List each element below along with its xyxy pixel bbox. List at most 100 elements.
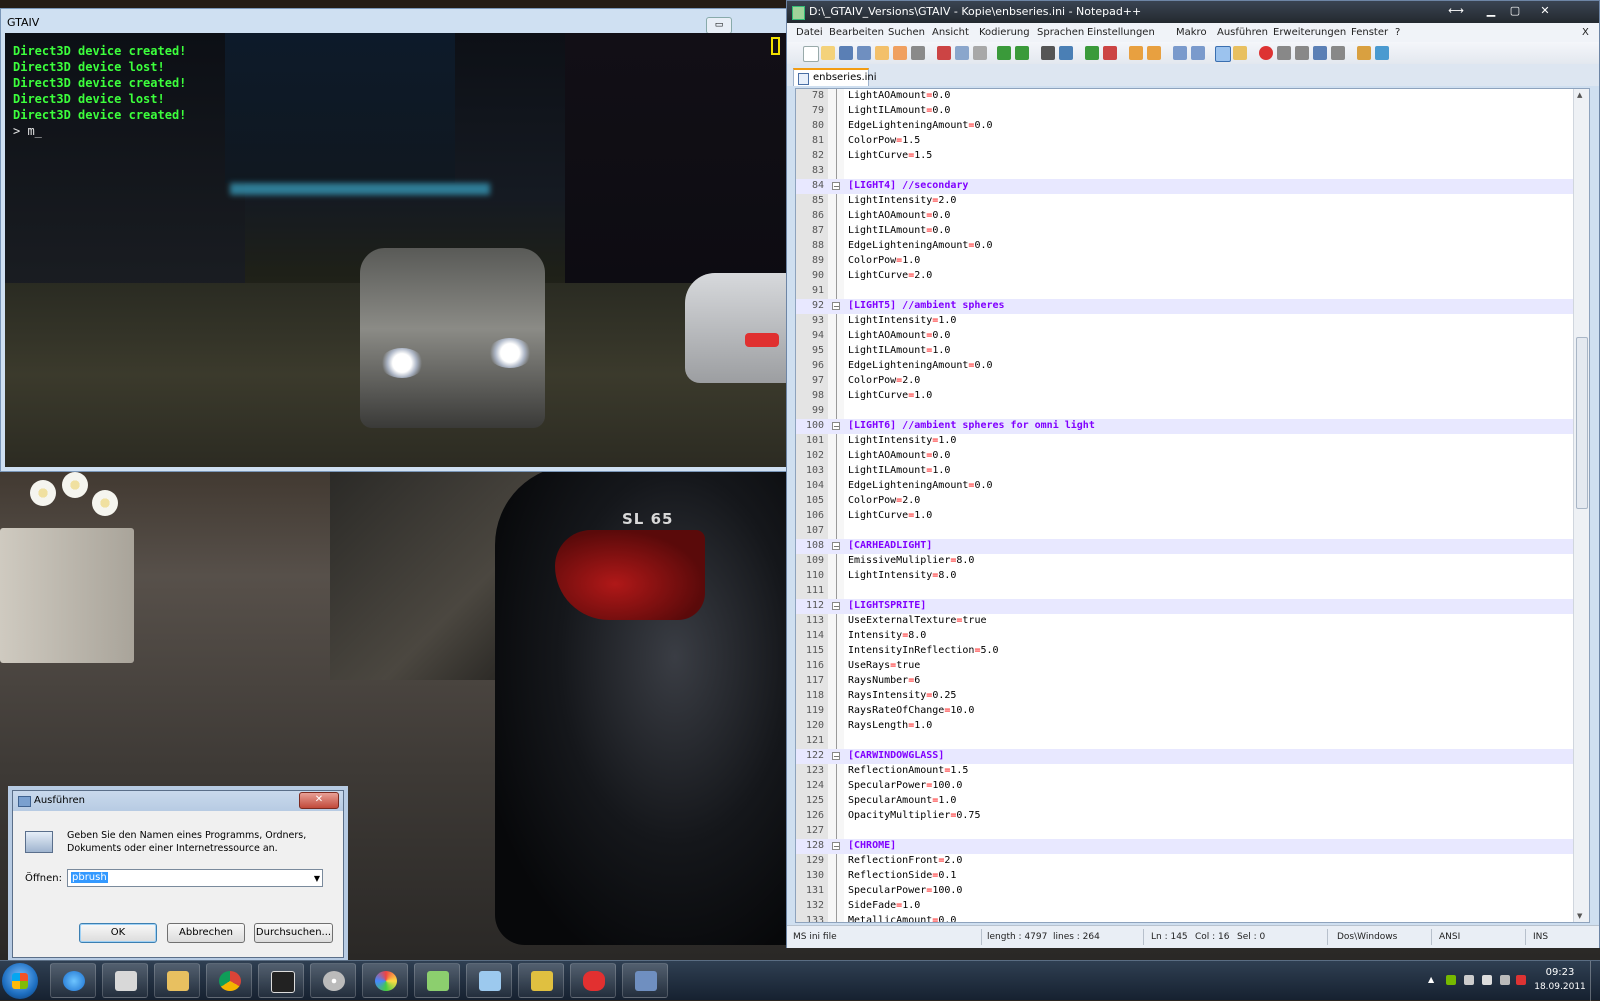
run-dialog-titlebar[interactable]: Ausführen ✕ <box>13 791 343 811</box>
show-desktop-button[interactable] <box>1590 961 1600 1001</box>
replace-icon[interactable] <box>1059 46 1073 60</box>
paste-icon[interactable] <box>973 46 987 60</box>
close-button[interactable]: ✕ <box>299 792 339 809</box>
resize-arrows-icon[interactable]: ⟷ <box>1442 3 1470 19</box>
editor-line[interactable]: 124 SpecularPower=100.0 <box>796 779 1576 794</box>
taskbar-file-explorer[interactable] <box>154 963 200 998</box>
security-shield-icon[interactable] <box>1516 975 1526 985</box>
sync-horizontal-icon[interactable] <box>1147 46 1161 60</box>
redo-icon[interactable] <box>1015 46 1029 60</box>
cut-icon[interactable] <box>937 46 951 60</box>
editor-line[interactable]: 86 LightAOAmount=0.0 <box>796 209 1576 224</box>
zoom-out-icon[interactable] <box>1103 46 1117 60</box>
clock-time[interactable]: 09:23 <box>1530 967 1590 978</box>
editor-line[interactable]: 130 ReflectionSide=0.1 <box>796 869 1576 884</box>
menu-ausfuehren[interactable]: Ausführen <box>1217 27 1268 38</box>
editor-line[interactable]: 89 ColorPow=1.0 <box>796 254 1576 269</box>
editor-line[interactable]: 109 EmissiveMuliplier=8.0 <box>796 554 1576 569</box>
save-macro-icon[interactable] <box>1331 46 1345 60</box>
editor-line[interactable]: 112− [LIGHTSPRITE] <box>796 599 1576 614</box>
editor-line[interactable]: 101 LightIntensity=1.0 <box>796 434 1576 449</box>
indent-guide-icon[interactable] <box>1215 46 1231 62</box>
editor-line[interactable]: 131 SpecularPower=100.0 <box>796 884 1576 899</box>
editor-line[interactable]: 125 SpecularAmount=1.0 <box>796 794 1576 809</box>
record-macro-icon[interactable] <box>1259 46 1273 60</box>
menu-erweiterungen[interactable]: Erweiterungen <box>1273 27 1346 38</box>
chevron-up-icon[interactable]: ▲ <box>1428 975 1438 985</box>
editor-line[interactable]: 116 UseRays=true <box>796 659 1576 674</box>
taskbar-notepad-plus-plus[interactable] <box>414 963 460 998</box>
code-editor[interactable]: 78 LightAOAmount=0.0 79 LightILAmount=0.0 80… <box>795 88 1590 923</box>
taskbar-gta-iv[interactable] <box>102 963 148 998</box>
editor-line[interactable]: 97 ColorPow=2.0 <box>796 374 1576 389</box>
editor-line[interactable]: 113 UseExternalTexture=true <box>796 614 1576 629</box>
game-viewport[interactable]: Direct3D device created! Direct3D device… <box>5 33 800 467</box>
editor-line[interactable]: 87 LightILAmount=0.0 <box>796 224 1576 239</box>
scrollbar-thumb[interactable] <box>1576 337 1588 509</box>
game-window[interactable]: GTAIV ▭ Direct3D device created! Direct3… <box>0 8 802 472</box>
taskbar-paint-splash[interactable] <box>570 963 616 998</box>
doc-map-icon[interactable] <box>1233 46 1247 60</box>
sync-vertical-icon[interactable] <box>1129 46 1143 60</box>
fold-toggle-icon[interactable]: − <box>832 542 840 551</box>
console-prompt[interactable]: > m_ <box>13 123 186 139</box>
editor-line[interactable]: 107 <box>796 524 1576 539</box>
menu-ansicht[interactable]: Ansicht <box>932 27 969 38</box>
find-icon[interactable] <box>1041 46 1055 60</box>
new-file-icon[interactable] <box>803 46 819 62</box>
volume-icon[interactable] <box>1500 975 1510 985</box>
notepad-plus-plus-window[interactable]: D:\_GTAIV_Versions\GTAIV - Kopie\enbseri… <box>786 0 1600 948</box>
editor-line[interactable]: 104 EdgeLighteningAmount=0.0 <box>796 479 1576 494</box>
run-command-input[interactable]: pbrush ▼ <box>67 869 323 887</box>
editor-line[interactable]: 117 RaysNumber=6 <box>796 674 1576 689</box>
editor-line[interactable]: 81 ColorPow=1.5 <box>796 134 1576 149</box>
editor-line[interactable]: 127 <box>796 824 1576 839</box>
editor-line[interactable]: 82 LightCurve=1.5 <box>796 149 1576 164</box>
stop-macro-icon[interactable] <box>1277 46 1291 60</box>
zoom-in-icon[interactable] <box>1085 46 1099 60</box>
taskbar-internet-explorer[interactable] <box>50 963 96 998</box>
scroll-up-icon[interactable]: ▲ <box>1577 91 1582 99</box>
editor-line[interactable]: 90 LightCurve=2.0 <box>796 269 1576 284</box>
taskbar-window[interactable] <box>622 963 668 998</box>
scroll-down-icon[interactable]: ▼ <box>1577 912 1582 920</box>
editor-line[interactable]: 123 ReflectionAmount=1.5 <box>796 764 1576 779</box>
editor-line[interactable]: 100− [LIGHT6] //ambient spheres for omni … <box>796 419 1576 434</box>
close-all-icon[interactable] <box>893 46 907 60</box>
show-all-chars-icon[interactable] <box>1191 46 1205 60</box>
ok-button[interactable]: OK <box>79 923 157 943</box>
undo-icon[interactable] <box>997 46 1011 60</box>
editor-line[interactable]: 120 RaysLength=1.0 <box>796 719 1576 734</box>
editor-line[interactable]: 111 <box>796 584 1576 599</box>
editor-line[interactable]: 80 EdgeLighteningAmount=0.0 <box>796 119 1576 134</box>
editor-line[interactable]: 126 OpacityMultiplier=0.75 <box>796 809 1576 824</box>
vertical-scrollbar[interactable]: ▲ ▼ <box>1573 89 1589 922</box>
menu-datei[interactable]: Datei <box>796 27 823 38</box>
editor-line[interactable]: 92− [LIGHT5] //ambient spheres <box>796 299 1576 314</box>
menu-einstellungen[interactable]: Einstellungen <box>1087 27 1155 38</box>
nvidia-icon[interactable] <box>1446 975 1456 985</box>
editor-line[interactable]: 132 SideFade=1.0 <box>796 899 1576 914</box>
editor-line[interactable]: 88 EdgeLighteningAmount=0.0 <box>796 239 1576 254</box>
taskbar-chrome[interactable] <box>206 963 252 998</box>
cancel-button[interactable]: Abbrechen <box>167 923 245 943</box>
restore-button[interactable]: ▭ <box>706 17 732 34</box>
run-dialog[interactable]: Ausführen ✕ Geben Sie den Namen eines Pr… <box>12 790 344 958</box>
editor-line[interactable]: 105 ColorPow=2.0 <box>796 494 1576 509</box>
notepad-titlebar[interactable]: D:\_GTAIV_Versions\GTAIV - Kopie\enbseri… <box>787 1 1599 23</box>
save-all-icon[interactable] <box>857 46 871 60</box>
taskbar-game-launcher[interactable] <box>518 963 564 998</box>
editor-line[interactable]: 119 RaysRateOfChange=10.0 <box>796 704 1576 719</box>
tab-enbseries-ini[interactable]: enbseries.ini <box>793 68 877 86</box>
editor-line[interactable]: 122− [CARWINDOWGLASS] <box>796 749 1576 764</box>
maximize-button[interactable]: ▢ <box>1504 3 1526 19</box>
editor-line[interactable]: 118 RaysIntensity=0.25 <box>796 689 1576 704</box>
editor-line[interactable]: 129 ReflectionFront=2.0 <box>796 854 1576 869</box>
power-icon[interactable] <box>1482 975 1492 985</box>
editor-line[interactable]: 78 LightAOAmount=0.0 <box>796 89 1576 104</box>
fold-toggle-icon[interactable]: − <box>832 422 840 431</box>
minimize-button[interactable]: ▁ <box>1480 3 1502 19</box>
editor-line[interactable]: 133 MetallicAmount=0.0 <box>796 914 1576 922</box>
editor-line[interactable]: 84− [LIGHT4] //secondary <box>796 179 1576 194</box>
fold-toggle-icon[interactable]: − <box>832 182 840 191</box>
